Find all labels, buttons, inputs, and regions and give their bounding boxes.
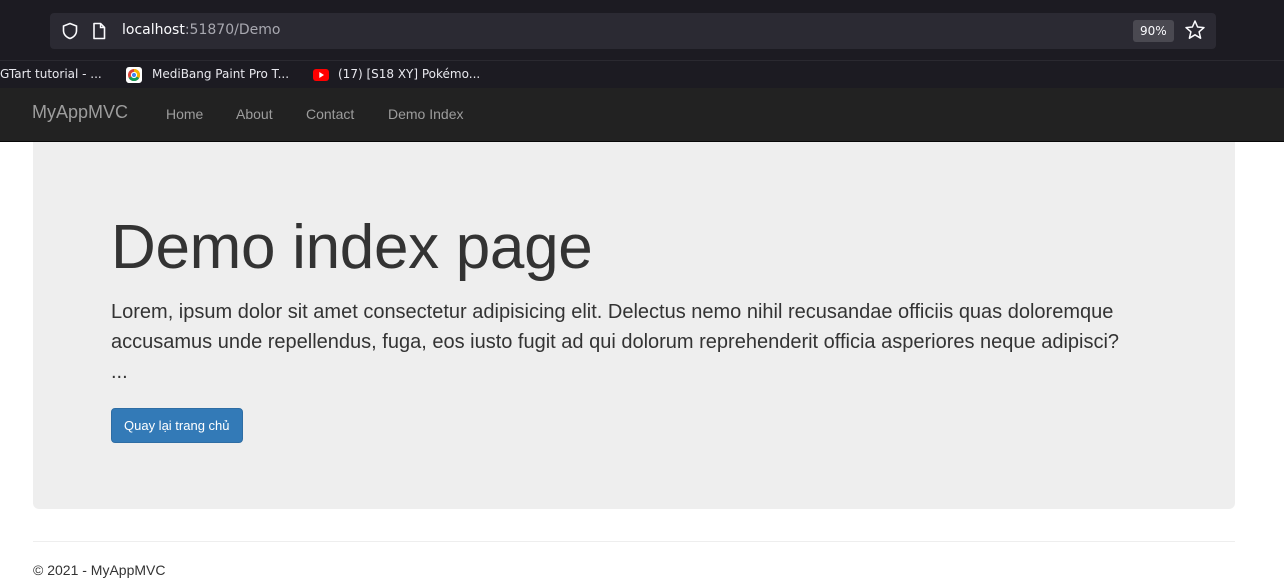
nav-link-about[interactable]: About <box>236 106 273 122</box>
footer-copyright: © 2021 - MyAppMVC <box>33 562 166 578</box>
zoom-level-badge[interactable]: 90% <box>1133 20 1174 42</box>
lead-paragraph: Lorem, ipsum dolor sit amet consectetur … <box>111 301 1120 383</box>
nav-link-contact[interactable]: Contact <box>306 106 354 122</box>
url-host: localhost <box>122 22 185 38</box>
navbar-brand[interactable]: MyAppMVC <box>32 102 128 123</box>
url-text[interactable]: localhost:51870/Demo <box>122 22 280 38</box>
browser-toolbar: localhost:51870/Demo 90% <box>0 0 1284 60</box>
youtube-favicon-icon <box>313 69 329 81</box>
nav-link-demo-index[interactable]: Demo Index <box>388 106 463 122</box>
site-navbar: MyAppMVC Home About Contact Demo Index <box>0 88 1284 142</box>
url-path: :51870/Demo <box>184 22 281 38</box>
jumbotron: Demo index page Lorem, ipsum dolor sit a… <box>33 142 1235 509</box>
url-bar[interactable]: localhost:51870/Demo 90% <box>50 13 1216 49</box>
page-info-icon[interactable] <box>91 22 107 40</box>
back-home-button[interactable]: Quay lại trang chủ <box>111 408 243 443</box>
bookmarks-toolbar: GTart tutorial - ... MediBang Paint Pro … <box>0 60 1284 88</box>
bookmark-gtart[interactable]: GTart tutorial - ... <box>0 67 102 81</box>
footer-divider <box>33 541 1235 542</box>
tracking-shield-icon[interactable] <box>61 22 79 40</box>
bookmark-medibang[interactable]: MediBang Paint Pro T... <box>152 67 289 81</box>
bookmark-star-icon[interactable] <box>1184 19 1206 41</box>
nav-link-home[interactable]: Home <box>166 106 203 122</box>
page-title: Demo index page <box>111 213 593 282</box>
chrome-favicon-icon <box>126 67 142 83</box>
bookmark-pokemon[interactable]: (17) [S18 XY] Pokémo... <box>338 67 480 81</box>
